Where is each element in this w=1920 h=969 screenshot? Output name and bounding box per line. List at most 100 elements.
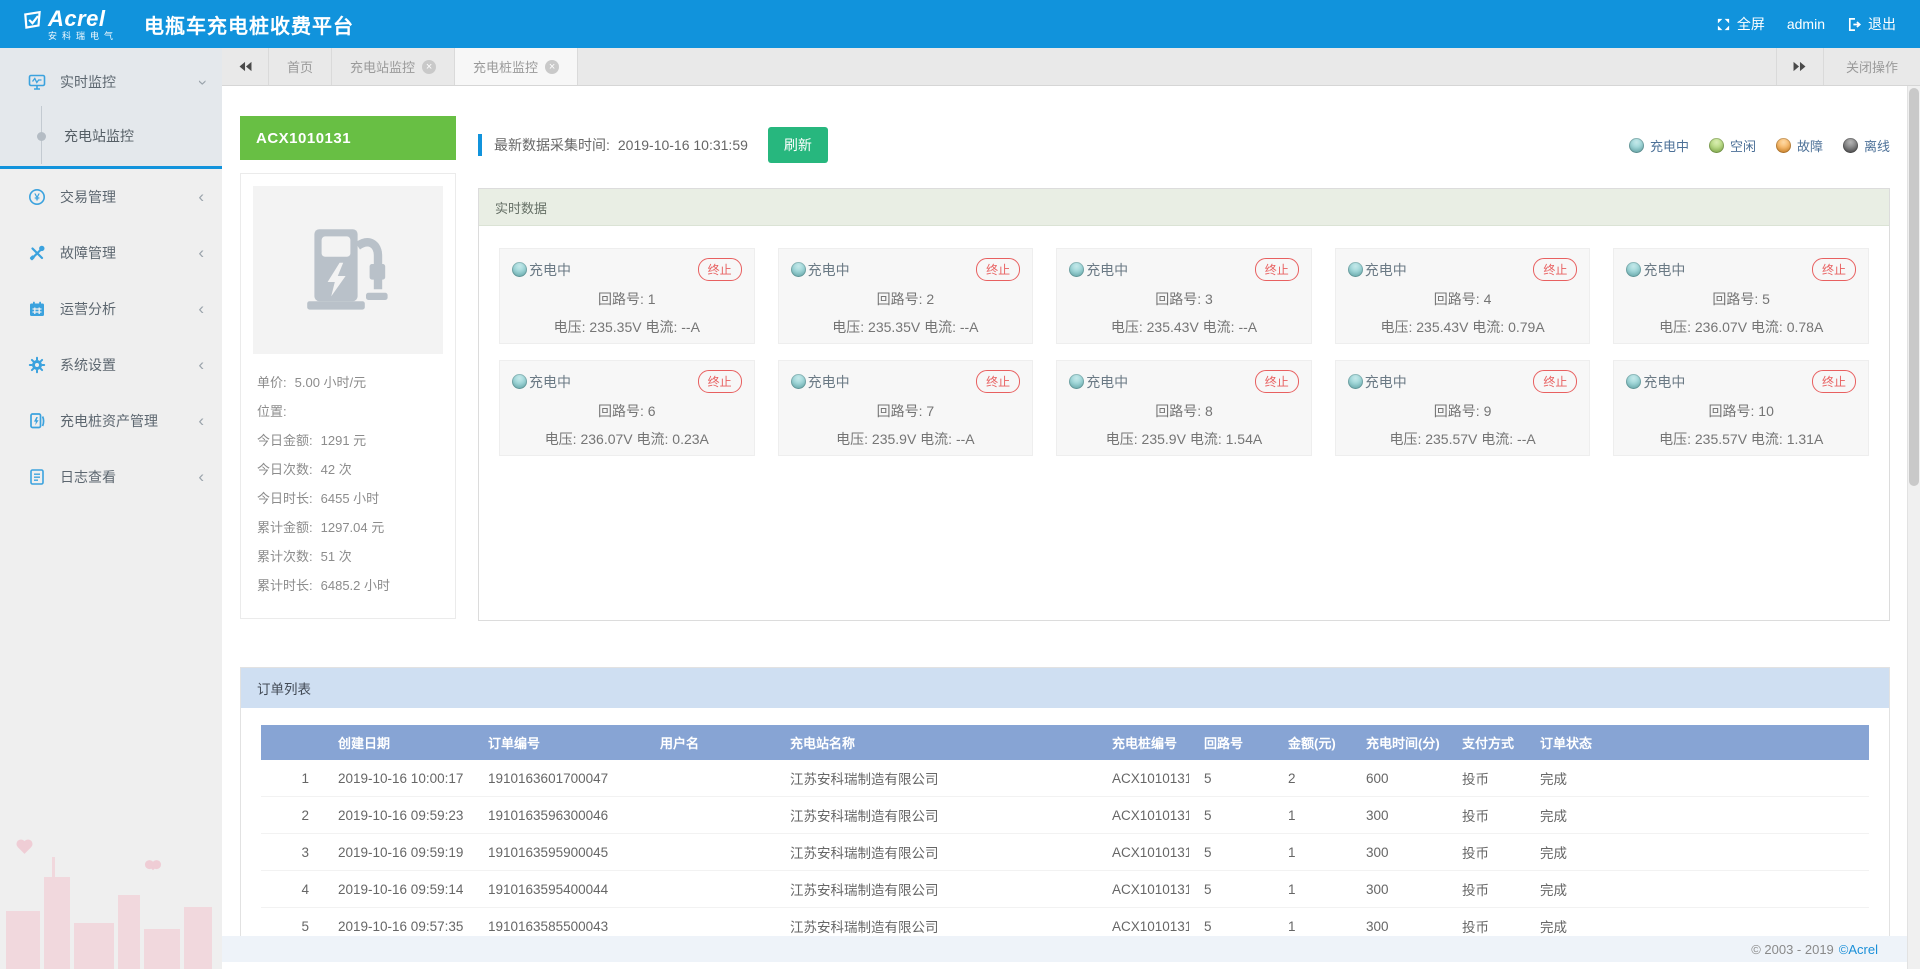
- terminate-button[interactable]: 终止: [698, 258, 742, 281]
- orders-cell: 江苏安科瑞制造有限公司: [775, 908, 1097, 937]
- sidebar-item-transaction-mgmt[interactable]: ¥交易管理‹: [0, 169, 222, 225]
- orders-column-header: 订单状态: [1525, 725, 1869, 760]
- tabs-scroll-left-button[interactable]: [222, 48, 269, 85]
- accent-bar: [478, 134, 482, 156]
- orders-cell: 江苏安科瑞制造有限公司: [775, 760, 1097, 797]
- refresh-button[interactable]: 刷新: [768, 127, 828, 163]
- scrollbar-thumb[interactable]: [1909, 88, 1919, 486]
- terminate-button[interactable]: 终止: [698, 370, 742, 393]
- charging-status-dot: [791, 262, 806, 277]
- circuit-card: 充电中终止回路号: 9电压: 235.57V 电流: --A: [1335, 360, 1591, 456]
- orders-panel: 订单列表 创建日期订单编号用户名充电站名称充电桩编号回路号金额(元)充电时间(分…: [240, 667, 1890, 936]
- fullscreen-icon: [1716, 17, 1731, 32]
- stat-label: 今日金额:: [257, 426, 313, 455]
- close-operations-button[interactable]: 关闭操作: [1823, 48, 1920, 85]
- orders-cell: 1: [1273, 797, 1351, 834]
- orders-cell: 600: [1351, 760, 1447, 797]
- fullscreen-label: 全屏: [1737, 14, 1765, 34]
- tab-list: 首页 充电站监控 × 充电桩监控 ×: [269, 48, 578, 85]
- tabbar: 首页 充电站监控 × 充电桩监控 × 关闭操作: [222, 48, 1920, 86]
- circuit-status-label: 充电中: [1086, 260, 1128, 280]
- tab-label: 首页: [287, 57, 313, 76]
- tab-close-icon[interactable]: ×: [422, 60, 436, 74]
- sidebar-item-pile-asset-mgmt[interactable]: 充电桩资产管理‹: [0, 393, 222, 449]
- terminate-button[interactable]: 终止: [1533, 370, 1577, 393]
- orders-cell: 完成: [1525, 797, 1869, 834]
- orders-cell: 投币: [1447, 760, 1525, 797]
- tab-home[interactable]: 首页: [269, 48, 332, 85]
- terminate-button[interactable]: 终止: [1812, 258, 1856, 281]
- orders-cell: ACX1010131: [1097, 760, 1189, 797]
- chevron-left-icon: ‹: [198, 188, 204, 205]
- realtime-panel: 实时数据 充电中终止回路号: 1电压: 235.35V 电流: --A充电中终止…: [478, 188, 1890, 621]
- circuit-status-label: 充电中: [1643, 372, 1685, 392]
- app-root: Acrel 安科瑞电气 电瓶车充电桩收费平台 全屏 admin 退出: [0, 0, 1920, 969]
- circuit-card-top: 充电中 终止: [1626, 258, 1856, 281]
- terminate-button[interactable]: 终止: [976, 370, 1020, 393]
- logout-button[interactable]: 退出: [1847, 14, 1896, 34]
- terminate-button[interactable]: 终止: [976, 258, 1020, 281]
- sidebar-item-label: 运营分析: [60, 299, 198, 319]
- toolbar-row: 最新数据采集时间: 2019-10-16 10:31:59 刷新 充电中空闲故障…: [478, 128, 1890, 162]
- orders-cell: 4: [261, 871, 323, 908]
- circuit-status-label: 充电中: [808, 260, 850, 280]
- vertical-scrollbar[interactable]: [1907, 86, 1920, 969]
- circuit-status-label: 充电中: [1365, 260, 1407, 280]
- sidebar-item-system-settings[interactable]: 系统设置‹: [0, 337, 222, 393]
- orders-cell: 1910163595400044: [473, 871, 645, 908]
- station-stat-row: 今日时长:6455 小时: [257, 484, 439, 513]
- tab-pile-monitor[interactable]: 充电桩监控 ×: [455, 48, 578, 85]
- circuit-status-label: 充电中: [1086, 372, 1128, 392]
- chevron-left-icon: ‹: [198, 244, 204, 261]
- legend-dot: [1843, 138, 1858, 153]
- table-row: 32019-10-16 09:59:191910163595900045江苏安科…: [261, 834, 1869, 871]
- tab-label: 充电站监控: [350, 57, 415, 76]
- orders-cell: ACX1010131: [1097, 908, 1189, 937]
- orders-cell: ACX1010131: [1097, 797, 1189, 834]
- orders-cell: 5: [261, 908, 323, 937]
- table-row: 22019-10-16 09:59:231910163596300046江苏安科…: [261, 797, 1869, 834]
- circuit-status-label: 充电中: [1365, 372, 1407, 392]
- username[interactable]: admin: [1787, 16, 1825, 32]
- terminate-button[interactable]: 终止: [1255, 258, 1299, 281]
- circuit-status-label: 充电中: [1643, 260, 1685, 280]
- orders-column-header: 支付方式: [1447, 725, 1525, 760]
- table-row: 12019-10-16 10:00:171910163601700047江苏安科…: [261, 760, 1869, 797]
- realtime-panel-title: 实时数据: [479, 189, 1889, 226]
- terminate-button[interactable]: 终止: [1812, 370, 1856, 393]
- circuit-voltage-current: 电压: 235.35V 电流: --A: [512, 317, 742, 337]
- orders-cell: 1: [1273, 871, 1351, 908]
- circuit-number: 回路号: 3: [1069, 289, 1299, 309]
- terminate-button[interactable]: 终止: [1533, 258, 1577, 281]
- orders-cell: 3: [261, 834, 323, 871]
- brand-link[interactable]: ©Acrel: [1839, 942, 1878, 957]
- sidebar-item-fault-mgmt[interactable]: 故障管理‹: [0, 225, 222, 281]
- orders-cell: 投币: [1447, 797, 1525, 834]
- stat-label: 今日次数:: [257, 455, 313, 484]
- terminate-button[interactable]: 终止: [1255, 370, 1299, 393]
- orders-column-header: 回路号: [1189, 725, 1273, 760]
- fullscreen-button[interactable]: 全屏: [1716, 14, 1765, 34]
- circuit-card: 充电中终止回路号: 7电压: 235.9V 电流: --A: [778, 360, 1034, 456]
- orders-cell: 2019-10-16 09:59:14: [323, 871, 473, 908]
- sidebar-item-realtime-monitor[interactable]: 实时监控‹: [0, 54, 222, 110]
- orders-cell: 1910163585500043: [473, 908, 645, 937]
- sidebar-item-log-view[interactable]: 日志查看‹: [0, 449, 222, 505]
- orders-cell: 2019-10-16 09:59:23: [323, 797, 473, 834]
- orders-cell: 300: [1351, 871, 1447, 908]
- tab-close-icon[interactable]: ×: [545, 60, 559, 74]
- orders-column-header: 金额(元): [1273, 725, 1351, 760]
- orders-cell: [645, 871, 775, 908]
- tab-label: 充电桩监控: [473, 57, 538, 76]
- sidebar-group-realtime-monitor: 实时监控‹ 充电站监控: [0, 48, 222, 169]
- sidebar-subitem-label: 充电站监控: [64, 126, 134, 146]
- tabs-scroll-right-button[interactable]: [1776, 48, 1823, 85]
- sidebar-item-label: 日志查看: [60, 467, 198, 487]
- orders-cell: 江苏安科瑞制造有限公司: [775, 834, 1097, 871]
- sidebar-item-operation-analysis[interactable]: 运营分析‹: [0, 281, 222, 337]
- tab-station-monitor[interactable]: 充电站监控 ×: [332, 48, 455, 85]
- asset-icon: [28, 412, 46, 430]
- station-stat-row: 单价:5.00 小时/元: [257, 368, 439, 397]
- sidebar-subitem-station-monitor[interactable]: 充电站监控: [0, 110, 222, 162]
- legend-item: 故障: [1776, 136, 1823, 155]
